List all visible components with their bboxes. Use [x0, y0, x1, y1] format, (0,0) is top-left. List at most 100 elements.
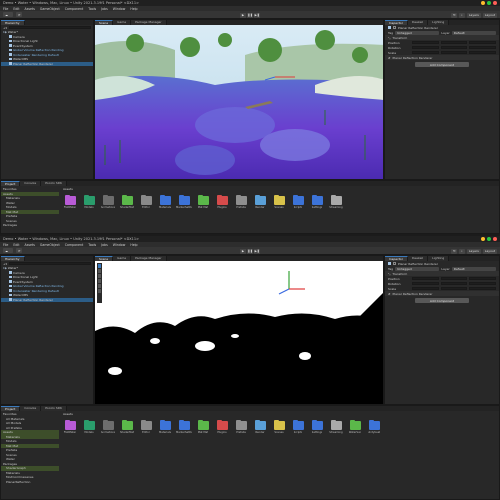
hand-tool-icon[interactable] — [98, 264, 101, 268]
asset-folder[interactable]: Scenes — [272, 194, 286, 209]
step-button[interactable]: ▶❚ — [254, 12, 260, 18]
asset-folder[interactable]: Render — [253, 419, 267, 434]
add-icon[interactable]: +▾ — [3, 262, 7, 266]
asset-folder[interactable]: Mat Mat — [196, 194, 210, 209]
history-icon[interactable]: ⟲ — [450, 248, 457, 254]
transform-tool-icon[interactable] — [98, 289, 101, 293]
asset-folder[interactable]: Mat Mat — [196, 419, 210, 434]
hierarchy-item-selected[interactable]: Planar Reflection Renderer — [1, 61, 93, 66]
close-button[interactable] — [493, 237, 497, 241]
object-name[interactable]: Planar Reflection Renderer — [398, 26, 438, 30]
rotation-z[interactable] — [469, 281, 497, 286]
account-button[interactable]: ☁ — [3, 12, 13, 17]
scale-tool-icon[interactable] — [98, 279, 101, 283]
move-tool-icon[interactable] — [98, 269, 101, 273]
menu-assets[interactable]: Assets — [25, 243, 35, 247]
menu-gameobject[interactable]: GameObject — [40, 243, 60, 247]
active-checkbox[interactable] — [393, 26, 396, 29]
asset-folder[interactable]: Plugins — [215, 194, 229, 209]
tab-pocolo-sdk[interactable]: Pocolo SDK — [41, 181, 68, 186]
layout-dropdown[interactable]: Layout — [482, 248, 497, 254]
asset-folder[interactable]: Editor — [139, 419, 153, 434]
position-x[interactable] — [412, 40, 439, 45]
object-name[interactable]: Planar Reflection Renderer — [398, 262, 438, 266]
scale-x[interactable] — [412, 50, 439, 55]
rotation-y[interactable] — [440, 281, 468, 286]
step-button[interactable]: ▶❚ — [254, 248, 260, 254]
asset-folder[interactable]: Animations — [101, 419, 115, 434]
scale-z[interactable] — [469, 50, 497, 55]
menu-assets[interactable]: Assets — [25, 7, 35, 11]
hierarchy-search-input[interactable] — [9, 25, 91, 30]
layer-dropdown[interactable]: Default — [451, 266, 496, 271]
rotation-z[interactable] — [469, 45, 497, 50]
asset-folder[interactable]: Materials — [158, 419, 172, 434]
tree-item[interactable]: Packages — [1, 223, 59, 228]
position-y[interactable] — [440, 40, 468, 45]
scale-y[interactable] — [440, 50, 468, 55]
asset-folder[interactable]: FlatMater — [63, 194, 77, 209]
tab-inspector[interactable]: Inspector — [385, 20, 408, 25]
menu-tools[interactable]: Tools — [88, 7, 96, 11]
tab-console[interactable]: Console — [20, 181, 42, 186]
maximize-button[interactable] — [487, 237, 491, 241]
maximize-button[interactable] — [487, 1, 491, 5]
asset-folder[interactable]: Models — [82, 194, 96, 209]
asset-folder[interactable]: Scenes — [272, 419, 286, 434]
tab-lighting[interactable]: Lighting — [428, 256, 450, 261]
layer-dropdown[interactable]: Default — [451, 30, 496, 35]
search-icon[interactable]: ⌕ — [458, 248, 465, 254]
assets-breadcrumb[interactable]: Assets — [61, 187, 499, 192]
hierarchy-search-input[interactable] — [9, 261, 91, 266]
play-button[interactable]: ▶ — [240, 248, 246, 254]
rotate-tool-icon[interactable] — [98, 274, 101, 278]
scale-x[interactable] — [412, 286, 439, 291]
tab-deekeil[interactable]: Deekeil — [408, 20, 429, 25]
menu-gameobject[interactable]: GameObject — [40, 7, 60, 11]
close-button[interactable] — [493, 1, 497, 5]
tab-inspector[interactable]: Inspector — [385, 256, 408, 261]
menu-help[interactable]: Help — [130, 7, 137, 11]
asset-folder[interactable]: Plugins — [215, 419, 229, 434]
position-z[interactable] — [469, 40, 497, 45]
pause-button[interactable]: ❚❚ — [247, 248, 253, 254]
tab-hierarchy[interactable]: Hierarchy — [1, 256, 25, 261]
minimize-button[interactable] — [481, 1, 485, 5]
tree-item[interactable]: PlanarReflection — [1, 480, 59, 485]
asset-folder[interactable]: Unitybeat — [367, 419, 381, 434]
menu-help[interactable]: Help — [130, 243, 137, 247]
scale-z[interactable] — [469, 286, 497, 291]
account-button[interactable]: ☁ — [3, 248, 13, 253]
play-button[interactable]: ▶ — [240, 12, 246, 18]
scene-viewport[interactable] — [95, 261, 383, 404]
asset-folder[interactable]: Streaming — [329, 194, 343, 209]
assets-breadcrumb[interactable]: Assets — [61, 412, 499, 417]
tab-project[interactable]: Project — [1, 181, 21, 186]
collab-button[interactable]: ⟳ — [16, 248, 22, 253]
asset-folder[interactable]: Render — [253, 194, 267, 209]
asset-folder[interactable]: Scripts — [291, 419, 305, 434]
add-component-button[interactable]: Add Component — [415, 62, 469, 67]
add-icon[interactable]: +▾ — [3, 26, 7, 30]
tag-dropdown[interactable]: Untagged — [395, 266, 440, 271]
menu-component[interactable]: Component — [65, 243, 84, 247]
asset-folder[interactable]: MarkerSetDes — [176, 419, 192, 434]
asset-folder[interactable]: Streaming — [329, 419, 343, 434]
position-y[interactable] — [440, 276, 468, 281]
search-icon[interactable]: ⌕ — [458, 12, 465, 18]
rotation-x[interactable] — [412, 45, 439, 50]
scale-y[interactable] — [440, 286, 468, 291]
asset-folder[interactable]: Models — [82, 419, 96, 434]
menu-file[interactable]: File — [3, 243, 8, 247]
menu-component[interactable]: Component — [65, 7, 84, 11]
tag-dropdown[interactable]: Untagged — [395, 30, 440, 35]
minimize-button[interactable] — [481, 237, 485, 241]
rect-tool-icon[interactable] — [98, 284, 101, 288]
asset-folder[interactable]: ShaderMat — [120, 419, 134, 434]
asset-folder[interactable]: FlatMater — [63, 419, 77, 434]
asset-folder[interactable]: Prefabs — [234, 194, 248, 209]
asset-folder[interactable]: Scripts — [291, 194, 305, 209]
tab-pocolo-sdk[interactable]: Pocolo SDK — [41, 406, 68, 411]
add-component-button[interactable]: Add Component — [415, 298, 469, 303]
tab-deekeil[interactable]: Deekeil — [408, 256, 429, 261]
